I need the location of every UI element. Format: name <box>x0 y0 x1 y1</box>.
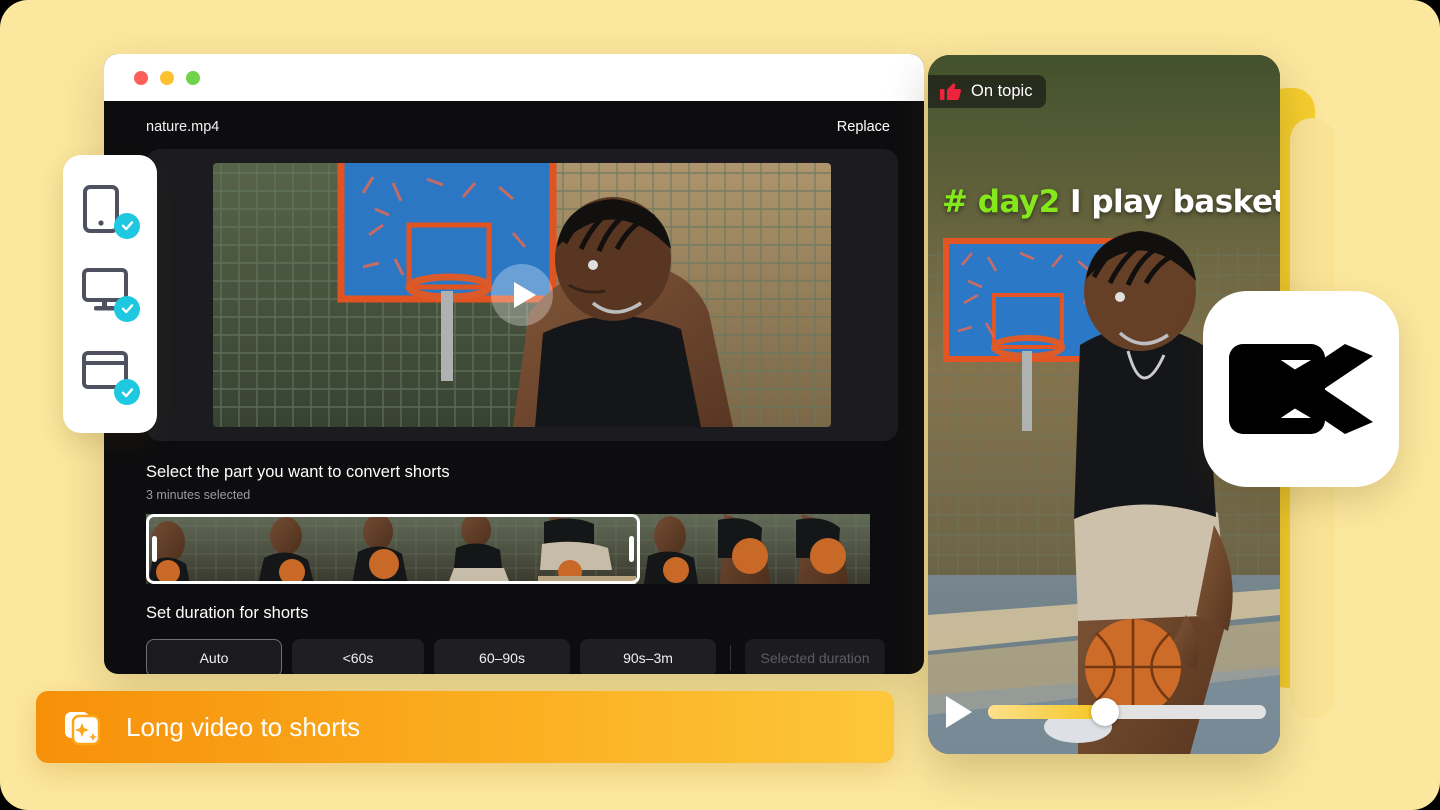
device-item-mobile <box>82 184 140 239</box>
duration-option-90s-3m[interactable]: 90s–3m <box>580 639 716 674</box>
device-item-browser <box>82 351 140 406</box>
progress-fill <box>988 705 1105 719</box>
duration-divider <box>730 645 731 671</box>
file-name-label: nature.mp4 <box>146 119 220 135</box>
window-titlebar <box>104 54 924 101</box>
check-badge <box>114 379 140 406</box>
page-root: nature.mp4 Replace Select the part you w… <box>0 0 1440 810</box>
editor-window: nature.mp4 Replace Select the part you w… <box>104 54 924 674</box>
capcut-logo-card <box>1203 291 1399 487</box>
play-icon <box>513 282 536 308</box>
on-topic-badge: On topic <box>928 75 1047 108</box>
device-item-desktop <box>82 267 140 322</box>
progress-handle[interactable] <box>1090 698 1119 726</box>
check-badge <box>114 295 140 322</box>
close-button[interactable] <box>134 70 148 85</box>
check-icon <box>121 388 133 398</box>
duration-option-selected-duration: Selected duration <box>745 639 885 674</box>
minimize-button[interactable] <box>160 70 174 85</box>
caption-text: I play basketball <box>1069 184 1280 220</box>
window-body: nature.mp4 Replace Select the part you w… <box>104 101 924 674</box>
supported-devices-card <box>63 155 157 433</box>
duration-option-60-90s[interactable]: 60–90s <box>434 639 570 674</box>
check-badge <box>114 212 140 239</box>
play-icon[interactable] <box>946 696 972 728</box>
long-video-to-shorts-banner[interactable]: Long video to shorts <box>36 691 894 763</box>
selection-info-label: 3 minutes selected <box>146 488 251 502</box>
timeline-filmstrip[interactable] <box>146 514 898 584</box>
shorts-caption: # day2 I play basketball <box>942 184 1280 220</box>
caption-hashtag: # day2 <box>942 184 1060 220</box>
duration-option-auto[interactable]: Auto <box>146 639 282 674</box>
progress-slider[interactable] <box>988 698 1266 726</box>
maximize-button[interactable] <box>186 70 200 85</box>
thumbs-up-icon <box>940 82 961 100</box>
check-icon <box>121 221 133 231</box>
filmstrip-frames <box>146 514 870 584</box>
banner-label: Long video to shorts <box>126 711 361 742</box>
duration-options-row: Auto <60s 60–90s 90s–3m Selected duratio… <box>146 639 898 674</box>
check-icon <box>121 304 133 314</box>
on-topic-label: On topic <box>971 82 1033 100</box>
duration-option-under-60s[interactable]: <60s <box>292 639 424 674</box>
duration-section-title: Set duration for shorts <box>146 604 309 622</box>
video-preview-panel <box>146 149 898 441</box>
replace-button[interactable]: Replace <box>837 119 890 135</box>
shorts-player-bar <box>946 696 1266 728</box>
play-button-overlay[interactable] <box>491 264 553 326</box>
file-row: nature.mp4 Replace <box>146 119 898 135</box>
video-player[interactable] <box>213 163 831 427</box>
convert-section-title: Select the part you want to convert shor… <box>146 463 450 481</box>
shorts-stack-icon <box>65 712 101 746</box>
capcut-logo-icon <box>1229 344 1373 434</box>
